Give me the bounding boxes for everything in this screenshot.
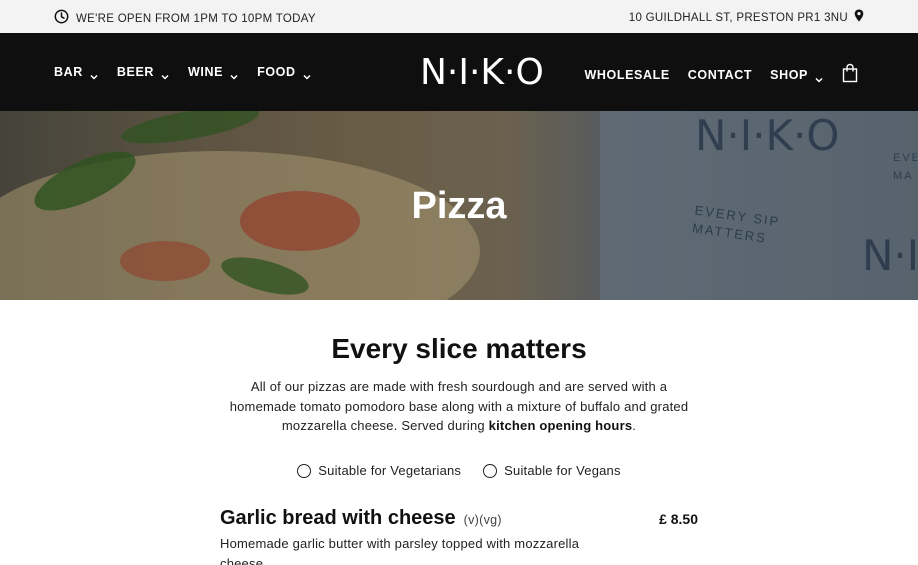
site-logo[interactable]: N·I·K·O xyxy=(420,53,544,93)
shopping-bag-icon[interactable] xyxy=(842,63,858,83)
menu-item-description: Homemade garlic butter with parsley topp… xyxy=(220,536,580,565)
address[interactable]: 10 GUILDHALL ST, PRESTON PR1 3NU xyxy=(629,9,864,27)
kitchen-hours-link[interactable]: kitchen opening hours xyxy=(489,418,633,433)
opening-hours-text: WE'RE OPEN FROM 1PM TO 10PM TODAY xyxy=(76,13,316,25)
menu-item-price: £ 8.50 xyxy=(659,511,698,527)
chevron-down-icon xyxy=(160,68,170,80)
hero-banner: N·I·K·O N·I EVERY SIP MATTERS EVERY MA P… xyxy=(0,111,918,300)
nav-item-label[interactable]: WINE xyxy=(188,65,223,79)
menu-item-header: Garlic bread with cheese (v)(vg) xyxy=(220,507,698,530)
nav-item-wholesale[interactable]: WHOLESALE xyxy=(585,68,670,82)
nav-item-shop[interactable]: SHOP xyxy=(770,68,824,83)
legend-label: Suitable for Vegetarians xyxy=(318,463,462,478)
chevron-down-icon xyxy=(229,68,239,80)
nav-item-contact[interactable]: CONTACT xyxy=(688,68,752,82)
nav-item-food[interactable]: FOOD xyxy=(257,65,312,80)
section-heading: Every slice matters xyxy=(331,333,587,364)
legend-label: Suitable for Vegans xyxy=(504,463,621,478)
nav-item-label[interactable]: SHOP xyxy=(770,68,808,82)
circle-icon xyxy=(297,463,312,478)
legend-vegetarian: Suitable for Vegetarians xyxy=(297,463,461,478)
nav-item-label[interactable]: FOOD xyxy=(257,65,296,79)
dietary-legend: Suitable for Vegetarians Suitable for Ve… xyxy=(0,463,918,478)
nav-left-menu: BAR BEER WINE FOOD xyxy=(54,65,330,80)
nav-right-menu: WHOLESALE CONTACT SHOP xyxy=(567,63,858,85)
chevron-down-icon xyxy=(302,68,312,80)
page-title: Pizza xyxy=(411,185,507,227)
menu-item-name: Garlic bread with cheese xyxy=(220,507,456,529)
map-pin-icon xyxy=(854,9,864,27)
nav-item-label[interactable]: BEER xyxy=(117,65,154,79)
clock-icon xyxy=(54,9,69,29)
chevron-down-icon xyxy=(89,68,99,80)
menu-item-dietary-tags: (v)(vg) xyxy=(463,513,502,527)
circle-icon xyxy=(483,463,498,478)
menu-item: Garlic bread with cheese (v)(vg) £ 8.50 … xyxy=(220,507,698,565)
nav-item-label[interactable]: BAR xyxy=(54,65,83,79)
nav-item-label[interactable]: CONTACT xyxy=(688,68,752,82)
section-intro: All of our pizzas are made with fresh so… xyxy=(225,377,693,436)
nav-item-beer[interactable]: BEER xyxy=(117,65,170,80)
intro-end: . xyxy=(632,418,637,433)
legend-vegan: Suitable for Vegans xyxy=(483,463,621,478)
chevron-down-icon xyxy=(814,71,824,83)
info-bar: WE'RE OPEN FROM 1PM TO 10PM TODAY 10 GUI… xyxy=(0,0,918,33)
main-navigation: BAR BEER WINE FOOD N·I·K·O WHOLESALE CON… xyxy=(0,33,918,111)
opening-hours: WE'RE OPEN FROM 1PM TO 10PM TODAY xyxy=(54,9,316,29)
nav-item-wine[interactable]: WINE xyxy=(188,65,239,80)
nav-item-label[interactable]: WHOLESALE xyxy=(585,68,670,82)
address-text[interactable]: 10 GUILDHALL ST, PRESTON PR1 3NU xyxy=(629,12,848,24)
nav-item-bar[interactable]: BAR xyxy=(54,65,99,80)
